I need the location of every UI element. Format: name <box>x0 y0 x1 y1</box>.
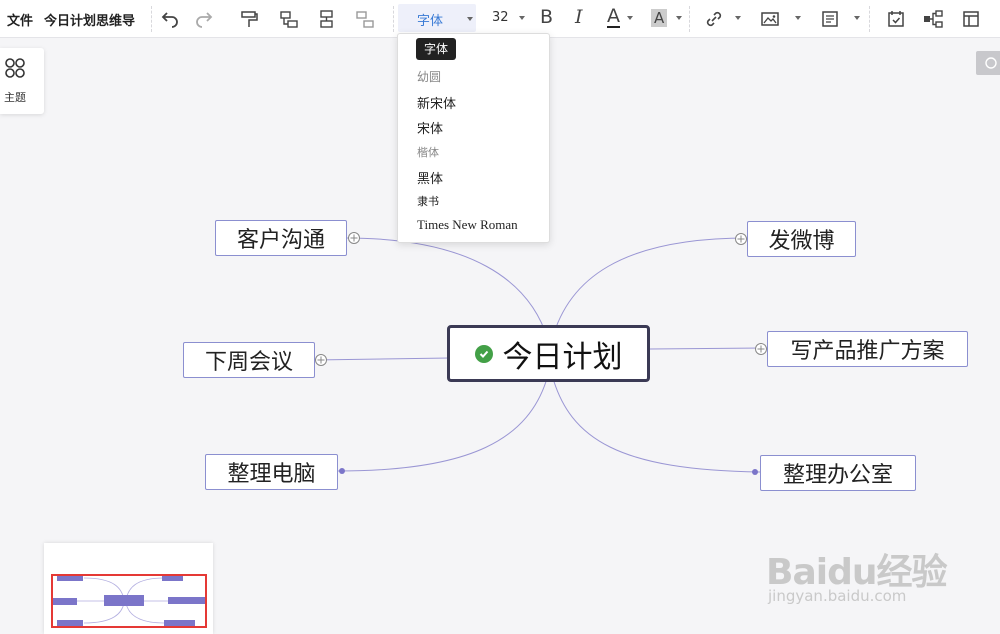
font-option[interactable]: 黑体 <box>417 168 443 187</box>
font-option[interactable]: 幼圆 <box>417 68 441 85</box>
baidu-jingyan-watermark: Baidu经验 jingyan.baidu.com <box>766 543 947 605</box>
topic-next-week-meeting[interactable]: 下周会议 <box>183 342 315 378</box>
central-topic-label: 今日计划 <box>502 339 623 375</box>
minimap[interactable] <box>44 543 213 634</box>
font-option[interactable]: Times New Roman <box>417 217 518 233</box>
font-family-dropdown: 幼圆 新宋体 宋体 楷体 黑体 隶书 Times New Roman <box>397 33 550 243</box>
checkmark-icon <box>474 344 493 363</box>
font-option[interactable]: 楷体 <box>417 144 439 160</box>
minimap-viewport[interactable] <box>51 574 207 628</box>
topic-customer-communication[interactable]: 客户沟通 <box>215 220 347 256</box>
font-family-tooltip: 字体 <box>416 38 456 60</box>
font-option[interactable]: 新宋体 <box>417 93 456 112</box>
topic-organize-office[interactable]: 整理办公室 <box>760 455 916 491</box>
topic-product-promotion-plan[interactable]: 写产品推广方案 <box>767 331 968 367</box>
topic-organize-computer[interactable]: 整理电脑 <box>205 454 338 490</box>
font-option[interactable]: 隶书 <box>417 193 439 209</box>
font-option[interactable]: 宋体 <box>417 118 443 137</box>
watermark-url: jingyan.baidu.com <box>768 587 907 605</box>
topic-post-weibo[interactable]: 发微博 <box>747 221 856 257</box>
central-topic[interactable]: 今日计划 <box>447 325 650 382</box>
